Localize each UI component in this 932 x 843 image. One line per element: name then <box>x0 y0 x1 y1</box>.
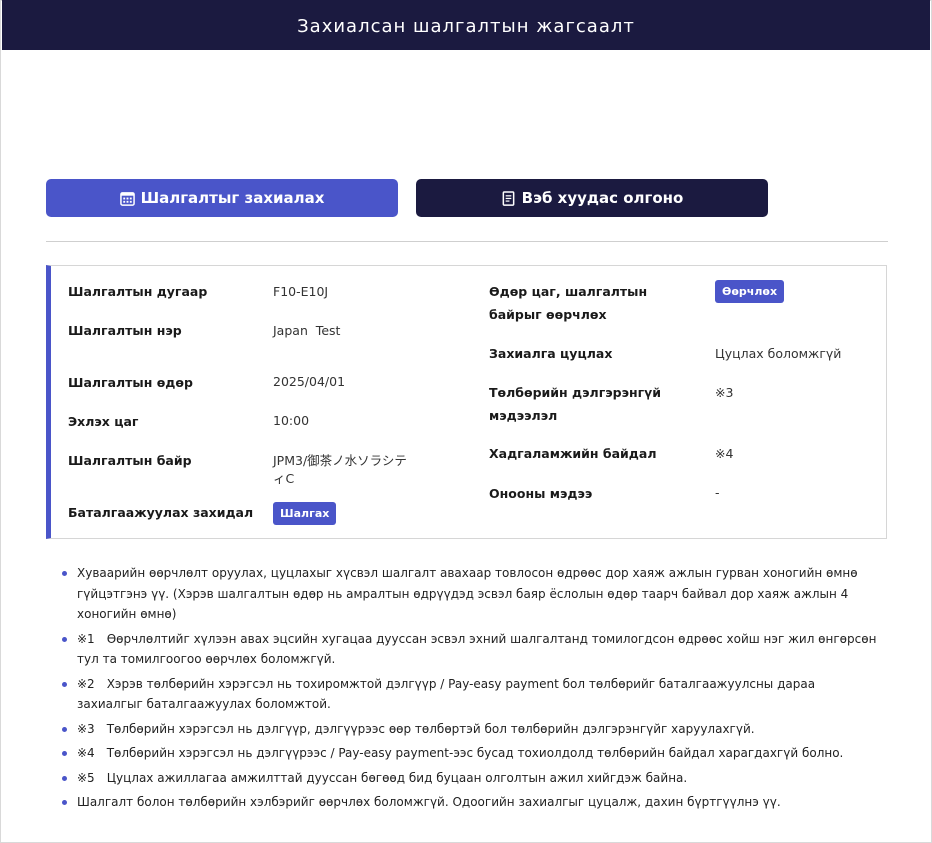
start-time-value: 10:00 <box>273 413 310 428</box>
reserve-exam-button[interactable]: Шалгалтыг захиалах <box>46 179 398 217</box>
payment-details-label-line1: Төлбөрийн дэлгэрэнгүй <box>489 385 662 400</box>
payment-details-label-line2: мэдээлэл <box>489 408 558 423</box>
note-item: ※4 Төлбөрийн хэрэгсэл нь дэлгүүрээс / Pa… <box>62 743 882 764</box>
calendar-icon <box>119 191 135 206</box>
note-text: ※3 Төлбөрийн хэрэгсэл нь дэлгүүр, дэлгүү… <box>77 721 755 736</box>
storage-status-label: Хадгаламжийн байдал <box>489 446 657 461</box>
note-text: ※5 Цуцлах ажиллагаа амжилттай дууссан бө… <box>77 770 688 785</box>
page-header: Захиалсан шалгалтын жагсаалт <box>2 0 930 50</box>
change-schedule-label-line2: байрыг өөрчлөх <box>489 307 607 322</box>
note-text: Хуваарийн өөрчлөлт оруулах, цуцлахыг хүс… <box>77 566 858 621</box>
notes-list: Хуваарийн өөрчлөлт оруулах, цуцлахыг хүс… <box>62 563 882 817</box>
payment-details-value: ※3 <box>715 385 734 400</box>
divider <box>46 241 888 242</box>
exam-venue-label: Шалгалтын байр <box>68 453 192 468</box>
bullet-icon <box>62 681 67 687</box>
note-item: ※3 Төлбөрийн хэрэгсэл нь дэлгүүр, дэлгүү… <box>62 719 882 740</box>
note-text: Шалгалт болон төлбөрийн хэлбэрийг өөрчлө… <box>77 795 781 809</box>
reserve-exam-label: Шалгалтыг захиалах <box>140 189 325 207</box>
exam-date-value: 2025/04/01 <box>273 374 346 389</box>
score-notice-value: - <box>715 485 720 500</box>
note-text: ※4 Төлбөрийн хэрэгсэл нь дэлгүүрээс / Pa… <box>77 746 844 760</box>
exam-date-label: Шалгалтын өдөр <box>68 375 193 390</box>
web-page-label: Вэб хуудас олгоно <box>521 189 684 207</box>
change-schedule-label-line1: Өдөр цаг, шалгалтын <box>489 284 648 299</box>
note-item: ※5 Цуцлах ажиллагаа амжилттай дууссан бө… <box>62 768 882 789</box>
note-item: Хуваарийн өөрчлөлт оруулах, цуцлахыг хүс… <box>62 563 882 625</box>
bullet-icon <box>62 775 67 781</box>
web-page-button[interactable]: Вэб хуудас олгоно <box>416 179 768 217</box>
check-button[interactable]: Шалгах <box>273 502 337 525</box>
bullet-icon <box>62 571 67 576</box>
bullet-icon <box>62 751 67 756</box>
note-text: ※1 Өөрчлөлтийг хүлээн авах эцсийн хугаца… <box>77 631 877 667</box>
note-item: Шалгалт болон төлбөрийн хэлбэрийг өөрчлө… <box>62 792 882 813</box>
exam-venue-line1: JPM3/御茶ノ水ソラシテ <box>273 453 407 468</box>
exam-name-value: Japan Test <box>273 323 341 338</box>
page-title: Захиалсан шалгалтын жагсаалт <box>297 16 635 37</box>
bullet-icon <box>62 636 67 642</box>
bullet-icon <box>62 800 67 805</box>
cancel-reservation-value: Цуцлах боломжгүй <box>715 346 842 361</box>
score-notice-label: Онооны мэдээ <box>489 486 593 501</box>
exam-detail-card: Шалгалтын дугаар F10-E10J Шалгалтын нэр … <box>46 265 887 539</box>
note-text: ※2 Хэрэв төлбөрийн хэрэгсэл нь тохиромжт… <box>77 676 816 712</box>
start-time-label: Эхлэх цаг <box>68 414 139 429</box>
note-item: ※1 Өөрчлөлтийг хүлээн авах эцсийн хугаца… <box>62 629 882 670</box>
exam-venue-line2: ィC <box>273 471 295 486</box>
exam-number-label: Шалгалтын дугаар <box>68 284 208 299</box>
exam-number-value: F10-E10J <box>273 284 329 299</box>
storage-status-value: ※4 <box>715 446 734 461</box>
exam-name-label: Шалгалтын нэр <box>68 323 182 338</box>
cancel-reservation-label: Захиалга цуцлах <box>489 346 613 361</box>
confirmation-letter-label: Баталгаажуулах захидал <box>68 505 254 520</box>
bullet-icon <box>62 726 67 732</box>
document-icon <box>502 190 515 206</box>
note-item: ※2 Хэрэв төлбөрийн хэрэгсэл нь тохиромжт… <box>62 674 882 715</box>
change-button[interactable]: Өөрчлөх <box>715 280 785 303</box>
